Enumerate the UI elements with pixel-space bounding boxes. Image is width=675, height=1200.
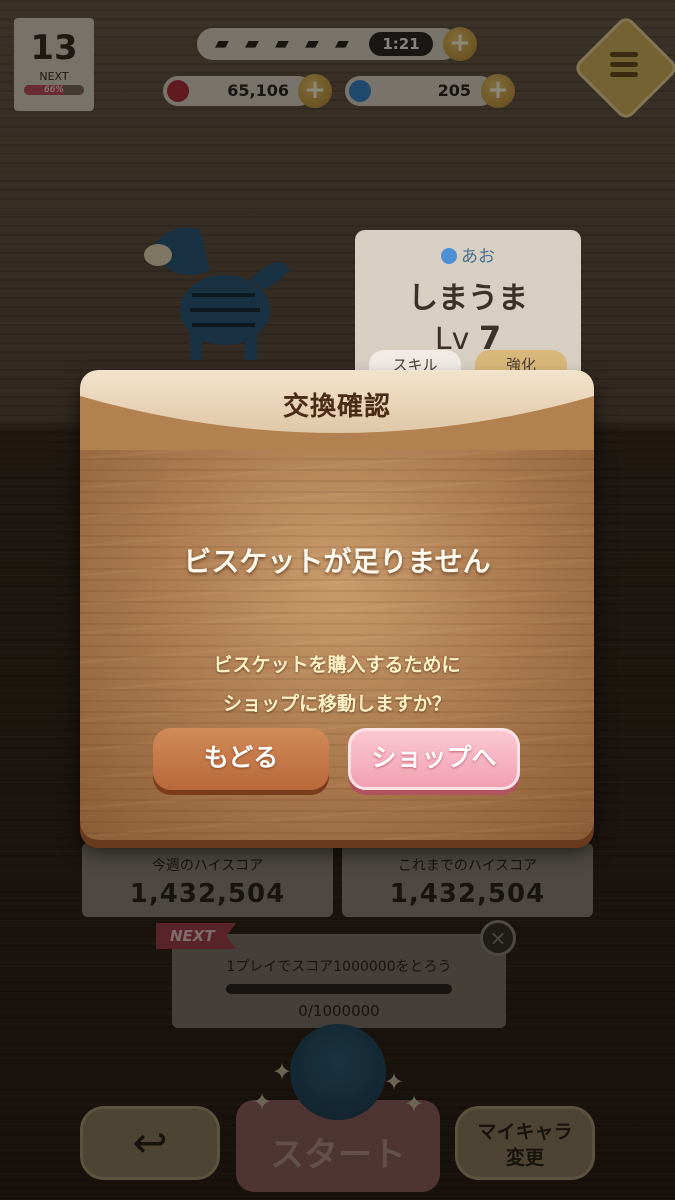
character-name: しまうま	[408, 281, 528, 316]
dialog-subtext-line1: ビスケットを購入するために	[213, 654, 461, 676]
character-type: あお	[355, 242, 581, 267]
dialog-subtext-line2: ショップに移動しますか？	[222, 693, 451, 715]
character-card: あお しまうま Lv 7 スキル 強化	[355, 230, 581, 380]
dialog-title: 交換確認	[282, 392, 391, 422]
water-drop-icon	[441, 248, 457, 264]
return-button[interactable]: もどる	[153, 728, 329, 790]
character-type-label: あお	[461, 247, 495, 267]
dialog-message: ビスケットが足りません	[183, 545, 491, 578]
exchange-confirm-dialog: 交換確認 ビスケットが足りません ビスケットを購入するために ショップに移動しま…	[80, 370, 594, 840]
go-to-shop-button[interactable]: ショップへ	[348, 728, 520, 790]
